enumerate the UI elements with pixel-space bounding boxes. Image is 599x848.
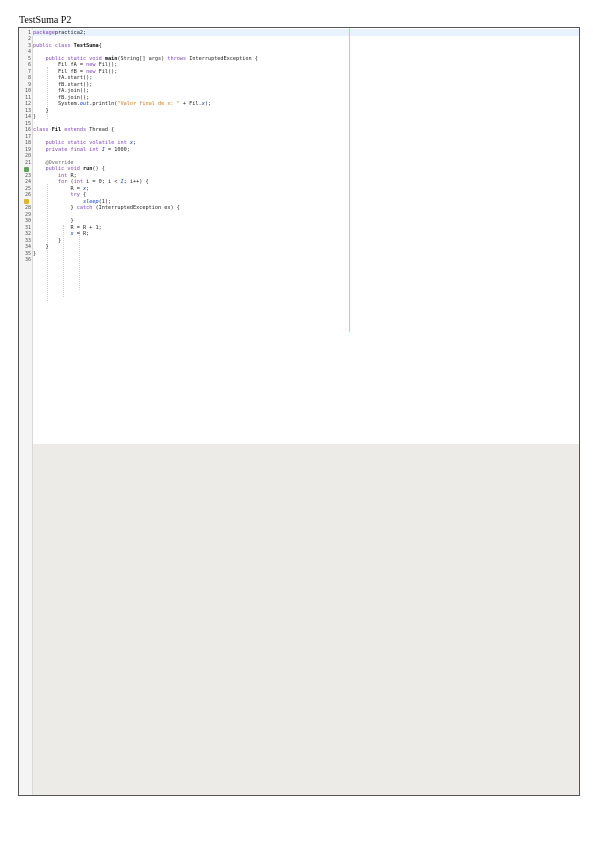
code-token: fB.join();: [33, 94, 90, 101]
code-token: {: [98, 42, 102, 49]
code-token: i = 0; i <: [86, 179, 121, 185]
code-token: ;: [132, 140, 137, 146]
code-token: public static volatile int: [45, 140, 130, 146]
code-token: Fil();: [98, 62, 118, 68]
code-token: InterruptedException {: [189, 55, 258, 62]
code-token: out: [79, 101, 90, 107]
code-token: Fil fA =: [33, 62, 87, 68]
code-token: TestSuma: [73, 42, 99, 49]
code-token: }: [33, 250, 37, 257]
code-token: "Valor final de x: ": [117, 101, 180, 107]
code-token: Fil: [51, 127, 65, 133]
code-token: }: [33, 218, 74, 224]
code-token: );: [204, 101, 212, 107]
code-token: public void: [45, 166, 83, 172]
code-token: run: [82, 166, 93, 172]
code-token: ;: [86, 185, 90, 192]
line-number: 36: [24, 257, 31, 263]
code-token: Fil fB =: [33, 68, 87, 75]
code-token: int: [73, 179, 87, 185]
code-token: R;: [70, 172, 77, 179]
code-token: Thread {: [89, 127, 115, 133]
code-token: public class: [33, 42, 74, 49]
code-token: private final int: [45, 146, 102, 153]
code-token: = 1000;: [104, 146, 130, 153]
code-token: fA.join();: [33, 88, 90, 94]
code-token: R = R + 1;: [33, 224, 102, 231]
code-token: new: [86, 62, 99, 68]
code-token: {: [82, 192, 87, 198]
code-token: new: [86, 68, 99, 75]
code-token: Fil();: [98, 68, 118, 75]
code-token: @Override: [45, 159, 74, 166]
code-token: ; i++) {: [123, 179, 149, 185]
code-token: }: [33, 205, 77, 211]
code-token: System.: [33, 101, 80, 107]
code-token: fA.start();: [33, 75, 93, 81]
code-token: for: [58, 179, 71, 185]
code-token: main: [104, 55, 118, 62]
code-token: = R;: [73, 231, 90, 237]
code-line: 36: [19, 257, 579, 264]
code-token: throws: [167, 55, 190, 62]
code-token: + Fil.: [179, 101, 202, 107]
code-token: try: [70, 192, 83, 198]
code-token: fB.start();: [33, 81, 93, 88]
document-title: TestSuma P2: [19, 15, 72, 26]
code-token: }: [33, 244, 49, 250]
code-token: package: [33, 29, 55, 36]
code-token: () {: [92, 166, 105, 172]
code-token: extends: [64, 127, 90, 133]
code-token: int: [58, 172, 71, 179]
code-token: practica2;: [54, 29, 87, 36]
code-editor[interactable]: 1 packagepractica2; 2 3 public class TestSum…: [18, 27, 580, 796]
code-token: (String[] args): [117, 55, 168, 62]
code-token: (1);: [98, 198, 112, 205]
code-token: (InterruptedException ex) {: [95, 205, 180, 211]
code-token: .println(: [89, 101, 118, 107]
code-token: catch: [76, 205, 96, 211]
code-token: public static void: [45, 55, 105, 62]
code-token: class: [33, 127, 52, 133]
code-token: sleep: [82, 198, 99, 205]
code-token: R =: [33, 185, 83, 192]
code-token: }: [33, 114, 37, 120]
code-token: }: [33, 107, 49, 114]
code-token: }: [33, 237, 62, 244]
